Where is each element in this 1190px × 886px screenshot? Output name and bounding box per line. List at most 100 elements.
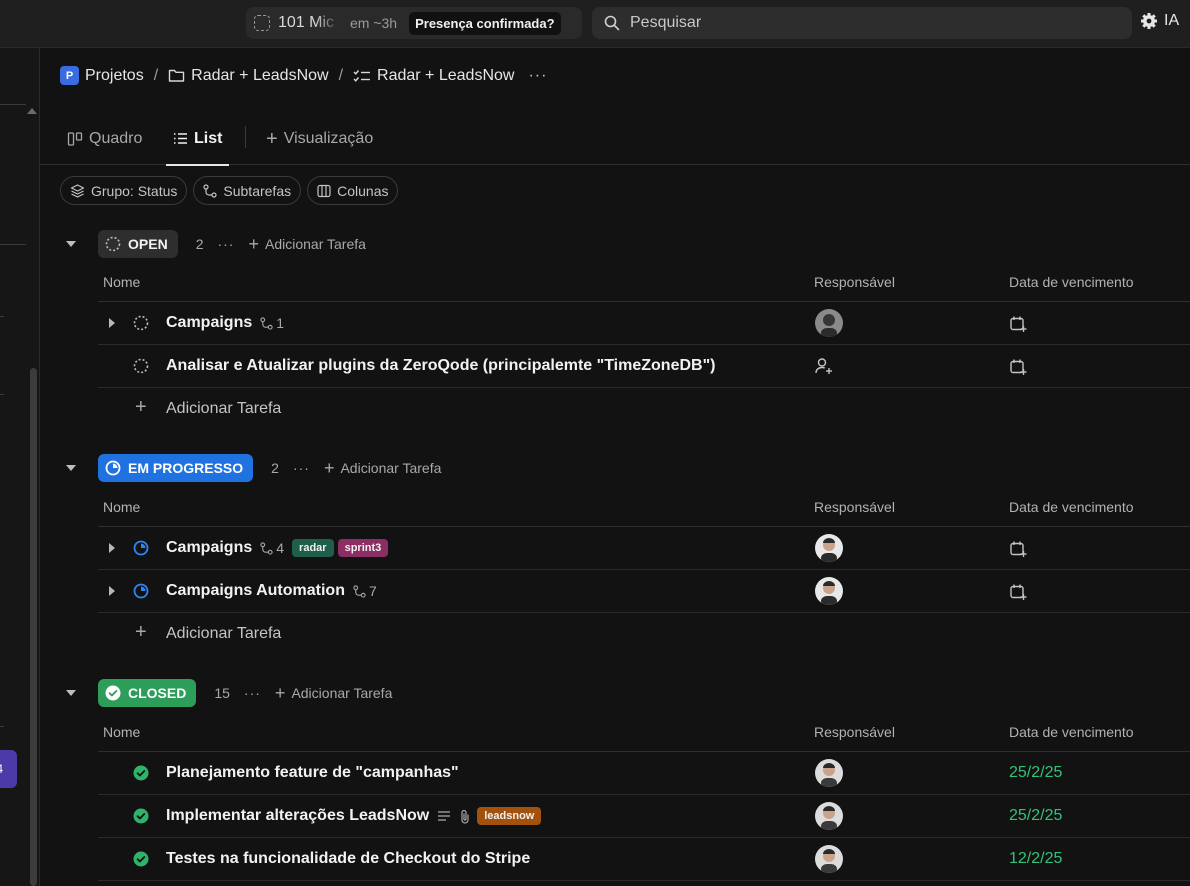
status-closed-icon[interactable] (133, 851, 149, 867)
add-task-header-button[interactable]: + Adicionar Tarefa (323, 458, 441, 478)
more-options-icon[interactable]: ··· (244, 685, 261, 701)
search-bar[interactable] (592, 7, 1132, 39)
tag-sprint3[interactable]: sprint3 (337, 539, 389, 557)
sidebar-divider (0, 316, 4, 317)
status-closed-icon[interactable] (133, 808, 149, 824)
subtask-icon (353, 584, 366, 598)
collapse-caret-icon[interactable] (66, 241, 76, 247)
calendar-add-icon[interactable] (1009, 540, 1027, 558)
task-name[interactable]: Implementar alterações LeadsNow leadsnow (166, 807, 542, 825)
group-header-open: OPEN 2 ··· + Adicionar Tarefa (66, 229, 366, 259)
plus-icon: + (323, 458, 335, 478)
attachment-icon[interactable] (459, 809, 471, 824)
status-open-icon[interactable] (133, 358, 149, 374)
column-due-date[interactable]: Data de vencimento (1009, 724, 1134, 740)
columns-chip[interactable]: Colunas (307, 176, 399, 205)
task-name[interactable]: Analisar e Atualizar plugins da ZeroQode… (166, 357, 716, 375)
assignee-avatar[interactable] (815, 845, 843, 873)
search-input[interactable] (630, 14, 1110, 32)
calendar-add-icon[interactable] (1009, 315, 1027, 333)
subtask-count[interactable]: 7 (353, 583, 377, 599)
task-row[interactable]: Campaigns 1 (98, 302, 1190, 345)
column-name[interactable]: Nome (103, 499, 140, 515)
sidebar-badge[interactable]: 4 (0, 750, 17, 788)
column-name[interactable]: Nome (103, 724, 140, 740)
more-options-icon[interactable]: ··· (217, 236, 234, 252)
subtask-count[interactable]: 4 (260, 540, 284, 556)
sidebar-divider (0, 726, 4, 727)
task-row[interactable]: Campaigns 4 radar sprint3 (98, 527, 1190, 570)
tag-leadsnow[interactable]: leadsnow (477, 807, 542, 825)
tabs-divider (245, 126, 246, 148)
add-assignee-icon[interactable] (815, 357, 833, 375)
calendar-add-icon[interactable] (1009, 358, 1027, 376)
status-in-progress-icon[interactable] (133, 583, 149, 599)
expand-caret-icon[interactable] (109, 586, 115, 596)
tag-radar[interactable]: radar (292, 539, 334, 557)
tab-board[interactable]: Quadro (67, 112, 142, 165)
column-assignee[interactable]: Responsável (814, 499, 895, 515)
assignee-avatar[interactable] (815, 309, 843, 337)
status-open-icon[interactable] (133, 315, 149, 331)
status-pill-in-progress[interactable]: EM PROGRESSO (98, 454, 254, 482)
task-row[interactable]: Campaigns Automation 7 (98, 570, 1190, 613)
assignee-avatar[interactable] (815, 534, 843, 562)
status-pill-open[interactable]: OPEN (98, 230, 178, 258)
breadcrumb-list[interactable]: Radar + LeadsNow (353, 67, 514, 85)
task-row[interactable]: Analisar e Atualizar plugins da ZeroQode… (98, 345, 1190, 388)
due-date[interactable]: 25/2/25 (1009, 807, 1062, 825)
task-row[interactable]: Planejamento feature de "campanhas" 25/2… (98, 752, 1190, 795)
scroll-up-arrow-icon[interactable] (27, 108, 37, 114)
assignee-avatar[interactable] (815, 802, 843, 830)
column-name[interactable]: Nome (103, 274, 140, 290)
status-in-progress-icon[interactable] (133, 540, 149, 556)
ai-button[interactable]: IA (1140, 12, 1179, 30)
collapse-caret-icon[interactable] (66, 465, 76, 471)
column-assignee[interactable]: Responsável (814, 724, 895, 740)
tab-list[interactable]: List (166, 112, 230, 166)
add-task-header-button[interactable]: + Adicionar Tarefa (248, 235, 365, 253)
subtasks-chip[interactable]: Subtarefas (193, 176, 302, 205)
task-name[interactable]: Campaigns 1 (166, 314, 284, 332)
avatar (815, 759, 843, 787)
breadcrumb-space[interactable]: Projetos (85, 67, 144, 85)
expand-caret-icon[interactable] (109, 318, 115, 328)
add-task-row[interactable]: + Adicionar Tarefa (98, 613, 1190, 656)
subtask-icon (203, 183, 217, 198)
add-task-header-button[interactable]: + Adicionar Tarefa (275, 684, 392, 702)
group-by-chip[interactable]: Grupo: Status (60, 176, 188, 205)
task-name[interactable]: Campaigns Automation 7 (166, 582, 377, 600)
assignee-avatar[interactable] (815, 577, 843, 605)
due-date[interactable]: 25/2/25 (1009, 764, 1062, 782)
column-due-date[interactable]: Data de vencimento (1009, 499, 1134, 515)
task-row[interactable]: Implementar alterações LeadsNow leadsnow… (98, 795, 1190, 838)
folder-icon (168, 69, 185, 82)
status-pill-closed[interactable]: CLOSED (98, 679, 197, 707)
column-assignee[interactable]: Responsável (814, 274, 895, 290)
add-task-row[interactable]: + Adicionar Tarefa (98, 388, 1190, 431)
space-avatar[interactable]: P (60, 66, 79, 85)
task-name[interactable]: Testes na funcionalidade de Checkout do … (166, 850, 530, 868)
status-closed-icon[interactable] (133, 765, 149, 781)
task-name[interactable]: Campaigns 4 radar sprint3 (166, 539, 389, 557)
calendar-add-icon[interactable] (1009, 583, 1027, 601)
more-options-icon[interactable]: ··· (293, 460, 310, 476)
subtask-count[interactable]: 1 (260, 315, 284, 331)
more-options-icon[interactable]: ··· (528, 67, 547, 85)
assignee-avatar[interactable] (815, 759, 843, 787)
sidebar-scrollbar[interactable] (30, 368, 37, 886)
confirm-attendance-button[interactable]: Presença confirmada? (409, 11, 561, 35)
collapse-caret-icon[interactable] (66, 690, 76, 696)
meeting-reminder[interactable]: 101 Mic em ~3h Presença confirmada? (246, 7, 582, 39)
due-date[interactable]: 12/2/25 (1009, 850, 1062, 868)
subtask-count-value: 4 (276, 540, 285, 556)
breadcrumb-folder[interactable]: Radar + LeadsNow (168, 67, 329, 85)
group-by-label: Grupo: Status (91, 182, 178, 199)
expand-caret-icon[interactable] (109, 543, 115, 553)
column-due-date[interactable]: Data de vencimento (1009, 274, 1134, 290)
task-row[interactable]: Testes na funcionalidade de Checkout do … (98, 838, 1190, 881)
add-view-button[interactable]: + Visualização (266, 112, 373, 165)
description-icon[interactable] (437, 810, 451, 822)
columns-label: Colunas (337, 182, 389, 199)
task-name[interactable]: Planejamento feature de "campanhas" (166, 764, 459, 782)
